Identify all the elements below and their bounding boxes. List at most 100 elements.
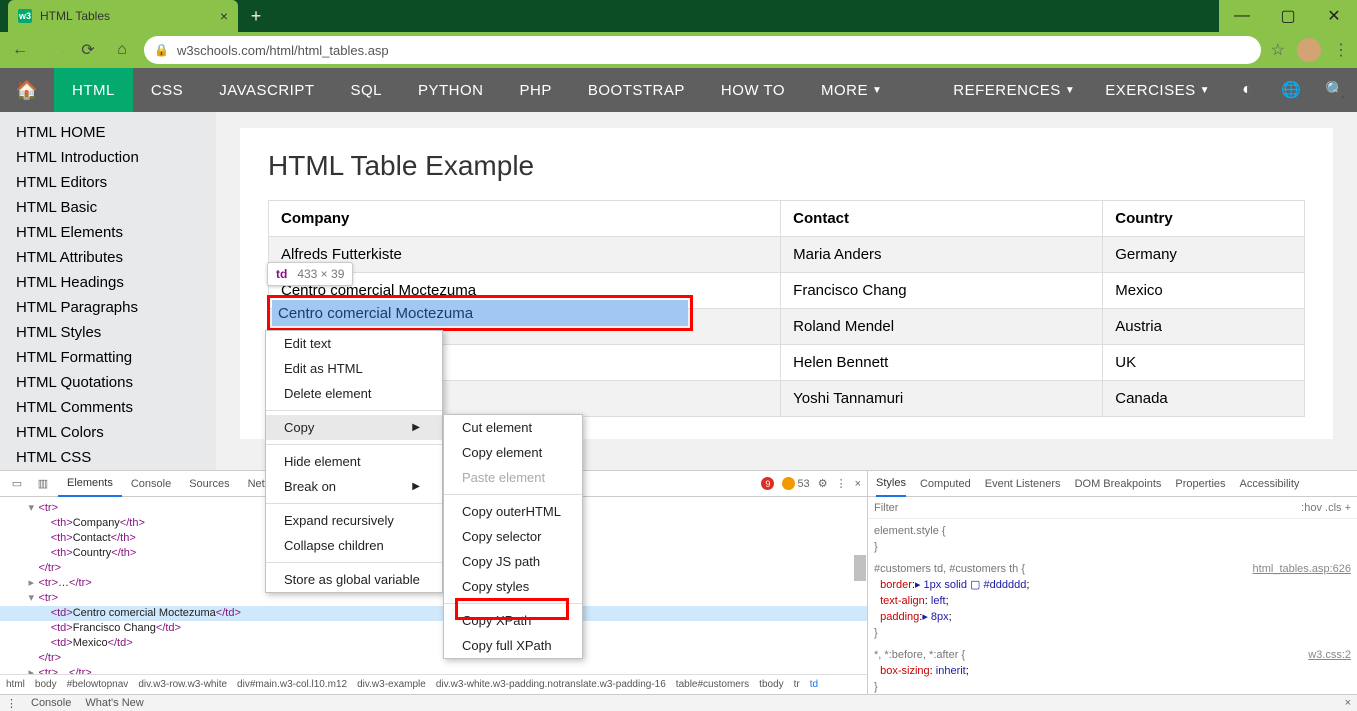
- sidebar-item[interactable]: HTML Quotations: [0, 370, 216, 395]
- context-submenu-copy[interactable]: Cut elementCopy elementPaste elementCopy…: [443, 414, 583, 659]
- sidebar-item[interactable]: HTML Basic: [0, 195, 216, 220]
- drawer-kebab-icon[interactable]: ⋮: [6, 697, 17, 710]
- theme-icon[interactable]: ◐: [1225, 68, 1269, 112]
- table-cell[interactable]: Maria Anders: [781, 237, 1103, 273]
- close-window-icon[interactable]: ✕: [1311, 0, 1357, 32]
- menu-item[interactable]: Collapse children: [266, 533, 442, 558]
- home-icon[interactable]: 🏠: [0, 68, 54, 112]
- menu-item[interactable]: Copy styles: [444, 574, 582, 599]
- topnav-item[interactable]: PYTHON: [400, 68, 502, 112]
- browser-tab[interactable]: w3 HTML Tables ×: [8, 0, 238, 32]
- menu-item[interactable]: Copy XPath: [444, 608, 582, 633]
- context-menu[interactable]: Edit textEdit as HTMLDelete element Copy▶…: [265, 330, 443, 593]
- avatar[interactable]: [1297, 38, 1321, 62]
- sidebar-item[interactable]: HTML Elements: [0, 220, 216, 245]
- sidebar-item[interactable]: HTML Headings: [0, 270, 216, 295]
- topnav-item[interactable]: JAVASCRIPT: [201, 68, 332, 112]
- menu-item[interactable]: Copy outerHTML: [444, 499, 582, 524]
- globe-icon[interactable]: 🌐: [1269, 68, 1313, 112]
- breadcrumb-item[interactable]: #belowtopnav: [67, 679, 129, 690]
- styles-tab[interactable]: Styles: [876, 471, 906, 497]
- menu-item[interactable]: Hide element: [266, 449, 442, 474]
- breadcrumb-item[interactable]: div.w3-example: [357, 679, 426, 690]
- breadcrumb-item[interactable]: table#customers: [676, 679, 749, 690]
- table-cell[interactable]: Yoshi Tannamuri: [781, 381, 1103, 417]
- devtools-tab[interactable]: Sources: [180, 471, 238, 497]
- topnav-item[interactable]: MORE ▼: [803, 68, 900, 112]
- sidebar-item[interactable]: HTML Attributes: [0, 245, 216, 270]
- breadcrumb-item[interactable]: div.w3-row.w3-white: [138, 679, 227, 690]
- maximize-icon[interactable]: ▢: [1265, 0, 1311, 32]
- menu-item[interactable]: Copy▶: [266, 415, 442, 440]
- topnav-item[interactable]: PHP: [502, 68, 570, 112]
- styles-tab[interactable]: DOM Breakpoints: [1075, 478, 1162, 490]
- topnav-item[interactable]: EXERCISES ▼: [1090, 68, 1225, 112]
- star-icon[interactable]: ☆: [1271, 40, 1285, 60]
- menu-item[interactable]: Copy selector: [444, 524, 582, 549]
- filter-pills[interactable]: :hov .cls +: [1301, 502, 1351, 514]
- menu-item[interactable]: Store as global variable: [266, 567, 442, 592]
- new-tab-button[interactable]: +: [242, 2, 270, 30]
- breadcrumb-item[interactable]: td: [810, 679, 818, 690]
- menu-item[interactable]: Break on▶: [266, 474, 442, 499]
- drawer-tab[interactable]: What's New: [85, 697, 143, 709]
- styles-pane[interactable]: element.style {}html_tables.asp:626#cust…: [868, 519, 1357, 694]
- dom-line[interactable]: ▾<tr>: [0, 591, 867, 606]
- breadcrumb-item[interactable]: tr: [794, 679, 800, 690]
- menu-item[interactable]: Edit as HTML: [266, 356, 442, 381]
- styles-tab[interactable]: Computed: [920, 478, 971, 490]
- breadcrumb-item[interactable]: tbody: [759, 679, 783, 690]
- close-devtools-icon[interactable]: ×: [855, 478, 861, 490]
- dom-breadcrumb[interactable]: html body #belowtopnav div.w3-row.w3-white d…: [0, 674, 867, 694]
- breadcrumb-item[interactable]: div#main.w3-col.l10.m12: [237, 679, 347, 690]
- menu-item[interactable]: Copy element: [444, 440, 582, 465]
- dom-line[interactable]: </tr>: [0, 651, 867, 666]
- devtools-tab[interactable]: Elements: [58, 471, 122, 497]
- devtools-tab[interactable]: Console: [122, 471, 180, 497]
- dom-line[interactable]: <td>Centro comercial Moctezuma</td>: [0, 606, 867, 621]
- menu-item[interactable]: Cut element: [444, 415, 582, 440]
- sidebar-item[interactable]: HTML HOME: [0, 120, 216, 145]
- forward-button[interactable]: →: [42, 38, 66, 62]
- sidebar-item[interactable]: HTML Styles: [0, 320, 216, 345]
- table-cell[interactable]: Roland Mendel: [781, 309, 1103, 345]
- sidebar-item[interactable]: HTML CSS: [0, 445, 216, 470]
- styles-tab[interactable]: Accessibility: [1240, 478, 1300, 490]
- table-cell[interactable]: Helen Bennett: [781, 345, 1103, 381]
- minimize-icon[interactable]: —: [1219, 0, 1265, 32]
- reload-button[interactable]: ⟳: [76, 38, 100, 62]
- dom-line[interactable]: <td>Mexico</td>: [0, 636, 867, 651]
- gear-icon[interactable]: ⚙: [818, 477, 828, 490]
- device-icon[interactable]: ▥: [32, 473, 54, 495]
- close-icon[interactable]: ×: [220, 8, 228, 24]
- menu-item[interactable]: Expand recursively: [266, 508, 442, 533]
- kebab-icon[interactable]: ⋮: [1333, 40, 1349, 60]
- drawer-tab[interactable]: Console: [31, 697, 71, 709]
- back-button[interactable]: ←: [8, 38, 32, 62]
- table-cell[interactable]: Canada: [1103, 381, 1305, 417]
- dom-line[interactable]: ▸<tr>…</tr>: [0, 666, 867, 674]
- topnav-item[interactable]: HTML: [54, 68, 133, 112]
- search-icon[interactable]: 🔍: [1313, 68, 1357, 112]
- inspect-icon[interactable]: ▭: [6, 473, 28, 495]
- sidebar-item[interactable]: HTML Introduction: [0, 145, 216, 170]
- scrollbar-thumb[interactable]: [854, 555, 866, 581]
- breadcrumb-item[interactable]: html: [6, 679, 25, 690]
- menu-item[interactable]: Delete element: [266, 381, 442, 406]
- topnav-item[interactable]: REFERENCES ▼: [938, 68, 1090, 112]
- sidebar-item[interactable]: HTML Paragraphs: [0, 295, 216, 320]
- kebab-icon[interactable]: ⋮: [836, 477, 847, 490]
- topnav-item[interactable]: CSS: [133, 68, 201, 112]
- table-cell[interactable]: Mexico: [1103, 273, 1305, 309]
- table-cell[interactable]: Francisco Chang: [781, 273, 1103, 309]
- error-count-icon[interactable]: 9: [761, 477, 774, 490]
- sidebar-item[interactable]: HTML Formatting: [0, 345, 216, 370]
- topnav-item[interactable]: BOOTSTRAP: [570, 68, 703, 112]
- filter-input[interactable]: [874, 502, 1295, 514]
- table-cell[interactable]: Austria: [1103, 309, 1305, 345]
- menu-item[interactable]: Copy full XPath: [444, 633, 582, 658]
- menu-item[interactable]: Edit text: [266, 331, 442, 356]
- table-cell[interactable]: UK: [1103, 345, 1305, 381]
- sidebar-item[interactable]: HTML Colors: [0, 420, 216, 445]
- breadcrumb-item[interactable]: body: [35, 679, 57, 690]
